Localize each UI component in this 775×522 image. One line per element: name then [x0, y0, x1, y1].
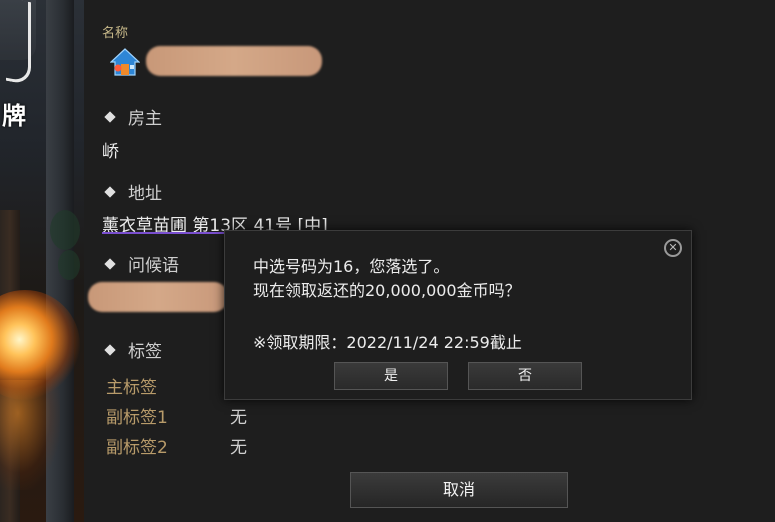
dialog-message-refund: 现在领取返还的20,000,000金币吗？ [253, 281, 521, 300]
owner-section: 房主 [104, 104, 162, 129]
tags-label: 标签 [128, 342, 162, 362]
owner-value: 峤 [102, 142, 119, 162]
address-label: 地址 [128, 184, 162, 204]
owner-label: 房主 [128, 109, 162, 129]
yes-button[interactable]: 是 [334, 362, 448, 390]
address-section: 地址 [104, 179, 162, 204]
main-tag-label: 主标签 [106, 378, 157, 398]
greeting-label: 问候语 [128, 256, 179, 276]
house-icon [110, 48, 140, 76]
sub-tag2-label: 副标签2 [106, 438, 168, 458]
redacted-greeting [88, 282, 228, 312]
diamond-icon [104, 185, 116, 198]
no-button[interactable]: 否 [468, 362, 582, 390]
sub-tag1-label: 副标签1 [106, 408, 168, 428]
game-world-background: 牌 [0, 0, 84, 522]
sub-tag2-value: 无 [230, 438, 247, 458]
diamond-icon [104, 257, 116, 270]
world-lantern-glow [0, 380, 60, 490]
cancel-button[interactable]: 取消 [350, 472, 568, 508]
sign-text: 牌 [2, 102, 26, 130]
dialog-message-deadline: ※领取期限：2022/11/24 22:59截止 [253, 333, 522, 352]
diamond-icon [104, 110, 116, 123]
tags-section: 标签 [104, 337, 162, 362]
diamond-icon [104, 343, 116, 356]
close-icon[interactable]: ✕ [664, 239, 682, 257]
dialog-message-result: 中选号码为16，您落选了。 [253, 257, 450, 276]
name-label: 名称 [102, 26, 129, 41]
world-foliage [50, 210, 80, 250]
shield-outline-icon [6, 0, 31, 86]
world-foliage [58, 250, 80, 280]
lottery-result-dialog: ✕ 中选号码为16，您落选了。 现在领取返还的20,000,000金币吗？ ※领… [224, 230, 692, 400]
redacted-name [146, 46, 322, 76]
greeting-section: 问候语 [104, 251, 179, 276]
sub-tag1-value: 无 [230, 408, 247, 428]
